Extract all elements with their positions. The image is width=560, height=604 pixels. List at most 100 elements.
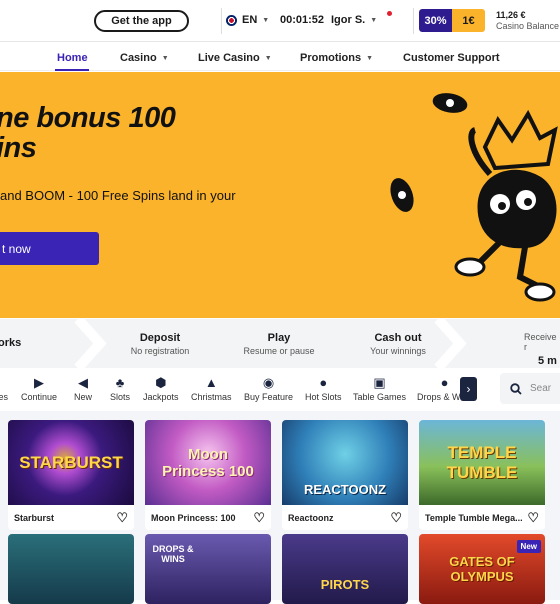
category-favourites[interactable]: tes [0,374,8,402]
bonus-widget[interactable]: 30% 1€ [419,9,485,32]
category-label: Hot Slots [305,392,342,402]
game-card[interactable]: DROPS & WINS [145,534,271,604]
flame-icon: ● [319,375,328,390]
category-label: New [74,392,93,402]
game-card[interactable]: PIROTS [282,534,408,604]
step-title: Deposit [139,332,181,344]
category-label: Christmas [191,392,232,402]
game-title: Moon Princess: 100 [151,512,236,523]
chevron-down-icon: ▼ [366,54,374,62]
divider [413,8,414,34]
uk-flag-icon [226,14,237,26]
nav-promotions[interactable]: Promotions ▼ [300,52,373,64]
search-icon [510,382,522,395]
step-play: Play Resume or pause [236,332,322,356]
nav-support-label: Customer Support [403,52,500,64]
search-box[interactable]: Sear [500,373,560,404]
get-app-button[interactable]: Get the app [94,10,189,32]
notification-dot [387,11,392,16]
nav-promotions-label: Promotions [300,52,362,64]
step-receive: Receive r 5 m [520,332,560,367]
session-clock: 00:01:52 [280,14,325,26]
chevron-down-icon: ▼ [161,54,169,62]
nav-casino[interactable]: Casino ▼ [120,52,169,64]
game-card-temple-tumble[interactable]: TEMPLE TUMBLE Temple Tumble Mega... ♡ [419,420,545,530]
category-table-games[interactable]: ▣ Table Games [353,374,406,402]
game-thumbnail: PIROTS [320,577,370,592]
step-title: 5 m [538,355,557,367]
step-title: Cash out [374,332,422,344]
game-card-reactoonz[interactable]: REACTOONZ Reactoonz ♡ [282,420,408,530]
step-cash-out: Cash out Your winnings [360,332,436,356]
nav-casino-label: Casino [120,52,157,64]
megaphone-icon: ◀ [78,375,88,390]
step-sub: Your winnings [370,346,426,356]
nav-live-casino[interactable]: Live Casino ▼ [198,52,272,64]
heart-icon[interactable]: ♡ [116,510,128,526]
game-card-starburst[interactable]: STARBURST Starburst ♡ [8,420,134,530]
balance-label: Casino Balance [496,21,560,31]
category-christmas[interactable]: ▲ Christmas [191,374,232,402]
category-continue[interactable]: ▶ Continue [21,374,57,402]
step-sub: Receive r [524,332,557,352]
category-label: Slots [110,392,131,402]
bonus-percent: 30% [419,9,452,32]
step-sub: Resume or pause [243,346,315,356]
bomb-icon: ● [440,375,449,390]
step-title: Play [267,332,291,344]
nav-active-indicator [55,69,89,71]
heart-icon[interactable]: ♡ [253,510,265,526]
category-jackpots[interactable]: ⬢ Jackpots [143,374,179,402]
bonus-amount: 1€ [452,9,485,32]
game-card-moon-princess[interactable]: Moon Princess 100 Moon Princess: 100 ♡ [145,420,271,530]
mascot-illustration [390,93,558,302]
clock-icon [0,374,4,392]
target-icon: ◉ [262,375,275,390]
divider [221,8,222,34]
play-icon: ▶ [34,375,45,390]
coin-icon: ⬢ [155,375,167,390]
category-buy-feature[interactable]: ◉ Buy Feature [244,374,293,402]
top-bar: Get the app EN ▼ 00:01:52 Igor S. ▼ 30% … [0,0,560,42]
game-thumbnail: DROPS & WINS [152,544,194,564]
game-thumbnail: Moon Princess 100 [145,420,271,505]
games-grid: STARBURST Starburst ♡ Moon Princess 100 M… [0,411,560,604]
language-label: EN [242,14,258,26]
language-selector[interactable]: EN ▼ [226,14,269,26]
nav-home-label: Home [57,52,88,64]
heart-icon[interactable]: ♡ [390,510,402,526]
category-label: Table Games [353,392,407,402]
new-badge: New [516,540,541,553]
nav-home[interactable]: Home [57,52,88,64]
game-title: Starburst [14,512,55,523]
category-next-button[interactable]: › [460,377,477,401]
game-title: Temple Tumble Mega... [425,512,523,523]
category-slots[interactable]: ♣ Slots [110,374,130,402]
cherry-icon: ♣ [115,375,125,390]
hero-banner: ne bonus 100 ins and BOOM - 100 Free Spi… [0,72,560,318]
category-new[interactable]: ◀ New [74,374,92,402]
balance: 11,26 € Casino Balance [496,10,559,32]
game-thumbnail: REACTOONZ [282,420,408,505]
tree-icon: ▲ [204,375,218,390]
game-card[interactable] [8,534,134,604]
game-thumbnail [8,534,134,604]
category-label: Buy Feature [244,392,294,402]
nav-support[interactable]: Customer Support [403,52,500,64]
category-label: Jackpots [143,392,179,402]
step-deposit: Deposit No registration [120,332,200,356]
game-thumbnail: TEMPLE TUMBLE [419,420,545,505]
heart-icon[interactable]: ♡ [527,510,539,526]
chevron-down-icon: ▼ [262,16,270,24]
chevron-right-icon: › [466,382,471,396]
step-how-it-works: orks [0,337,21,349]
how-it-works-strip: orks Deposit No registration Play Resume… [0,319,560,368]
user-menu[interactable]: Igor S. ▼ [331,14,377,26]
category-hot-slots[interactable]: ● Hot Slots [305,374,342,402]
nav-live-casino-label: Live Casino [198,52,260,64]
game-card[interactable]: GATES OF OLYMPUS New [419,534,545,604]
search-placeholder: Sear [530,383,552,394]
category-label: tes [0,392,9,402]
main-nav: Home Casino ▼ Live Casino ▼ Promotions ▼ Cu… [0,43,560,71]
game-title: Reactoonz [288,512,334,523]
